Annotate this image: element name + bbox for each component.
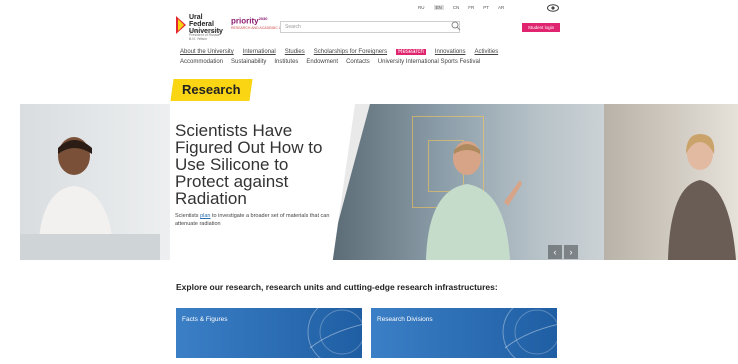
page-title: Research — [170, 79, 253, 101]
nav-endowment[interactable]: Endowment — [306, 59, 338, 65]
nav-research[interactable]: Research — [396, 49, 426, 55]
hero-slider[interactable]: Scientists Have Figured Out How to Use S… — [20, 104, 738, 260]
urfu-logo-icon — [176, 16, 186, 34]
main-nav: About the University International Studies… — [180, 49, 507, 55]
logo-subtitle: named after the first President of Russi… — [189, 29, 221, 41]
nav-accommodation[interactable]: Accommodation — [180, 59, 223, 65]
card-research-divisions[interactable]: Research Divisions — [371, 308, 557, 358]
lang-pt[interactable]: PT — [483, 5, 489, 10]
search-input[interactable]: Search — [280, 21, 460, 33]
accessibility-eye-icon[interactable] — [547, 4, 559, 12]
nav-about[interactable]: About the University — [180, 49, 234, 55]
chevron-left-icon[interactable]: ‹ — [548, 245, 562, 259]
explore-heading: Explore our research, research units and… — [176, 282, 498, 292]
formula-graphic-icon — [307, 308, 362, 358]
chevron-right-icon[interactable]: › — [564, 245, 578, 259]
card-facts-figures[interactable]: Facts & Figures — [176, 308, 362, 358]
student-login-button[interactable]: Student login — [522, 23, 560, 32]
lang-cn[interactable]: CN — [453, 5, 460, 10]
slider-controls: ‹ › — [548, 245, 580, 259]
nav-sustainability[interactable]: Sustainability — [231, 59, 266, 65]
nav-international[interactable]: International — [243, 49, 276, 55]
hero-description: Scientists plan to investigate a broader… — [175, 213, 330, 227]
lang-ru[interactable]: RU — [418, 5, 425, 10]
desk — [20, 234, 160, 260]
card-label: Research Divisions — [377, 316, 433, 323]
lang-fr[interactable]: FR — [468, 5, 474, 10]
nav-institutes[interactable]: Institutes — [274, 59, 298, 65]
secondary-nav: Accommodation Sustainability Institutes End… — [180, 59, 488, 65]
search-icon[interactable] — [451, 21, 461, 31]
search-placeholder: Search — [285, 24, 301, 30]
lang-ar[interactable]: AR — [498, 5, 504, 10]
nav-studies[interactable]: Studies — [285, 49, 305, 55]
nav-sports-festival[interactable]: University International Sports Festival — [378, 59, 480, 65]
nav-contacts[interactable]: Contacts — [346, 59, 370, 65]
language-switcher: RU EN CN FR PT AR — [418, 5, 513, 10]
lang-en[interactable]: EN — [433, 5, 444, 10]
priority-2030-logo[interactable]: priority2030 — [231, 16, 267, 26]
hero-link-plan[interactable]: plan — [200, 213, 210, 219]
scientist-photo — [426, 141, 522, 260]
professor-photo — [668, 134, 736, 260]
nav-activities[interactable]: Activities — [475, 49, 499, 55]
formula-graphic-icon — [502, 308, 557, 358]
card-label: Facts & Figures — [182, 316, 228, 323]
nav-innovations[interactable]: Innovations — [435, 49, 466, 55]
hero-title[interactable]: Scientists Have Figured Out How to Use S… — [175, 122, 345, 207]
nav-scholarships[interactable]: Scholarships for Foreigners — [314, 49, 387, 55]
university-logo[interactable]: Ural Federal University named after the … — [176, 14, 224, 41]
